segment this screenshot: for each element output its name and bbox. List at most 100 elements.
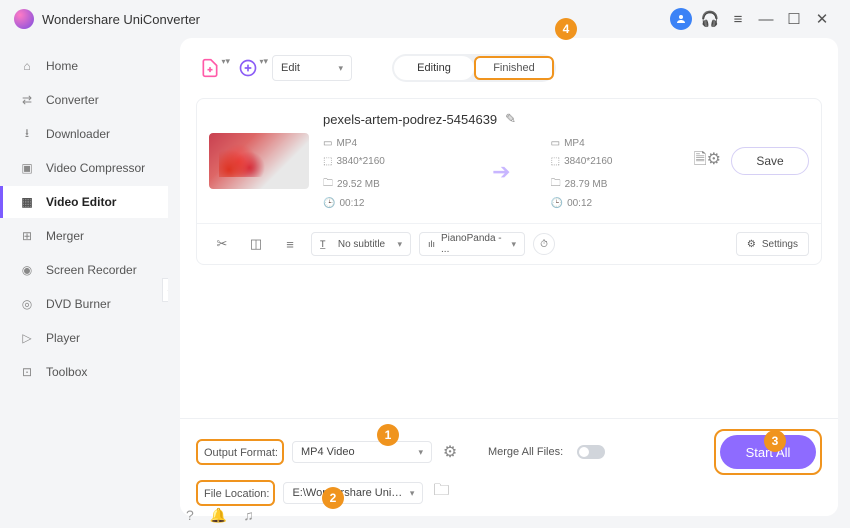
gear-icon: ⚙ <box>747 239 756 250</box>
callout-badge-1: 1 <box>377 424 399 446</box>
caret-down-icon: ▾ <box>221 56 230 67</box>
caret-down-icon <box>511 239 516 250</box>
editor-icon: ▦ <box>18 195 36 209</box>
sidebar-item-home[interactable]: ⌂ Home <box>0 50 168 82</box>
edit-dropdown[interactable]: Edit <box>272 55 352 81</box>
callout-badge-3: 3 <box>764 430 786 452</box>
duration-icon: 🕒 <box>323 198 335 209</box>
callout-badge-2: 2 <box>322 487 344 509</box>
size-icon: 🗀 <box>551 176 561 193</box>
dvd-icon: ◎ <box>18 297 36 311</box>
compressor-icon: ▣ <box>18 161 36 175</box>
add-file-button[interactable]: ▾ <box>196 54 224 82</box>
more-icon[interactable]: ≡ <box>277 233 303 255</box>
caret-down-icon <box>410 487 415 499</box>
arrow-right-icon: ➔ <box>492 159 510 185</box>
add-media-button[interactable]: ▾ <box>234 54 262 82</box>
crop-icon[interactable]: ◫ <box>243 233 269 255</box>
sound-icon[interactable]: ♫ <box>243 507 254 524</box>
file-settings-icon[interactable]: 🗎⚙ <box>694 148 721 175</box>
sidebar-item-label: Video Compressor <box>46 161 145 175</box>
save-button[interactable]: Save <box>731 147 809 175</box>
audio-icon: ılı <box>428 239 435 249</box>
size-icon: 🗀 <box>323 176 333 193</box>
audio-dropdown[interactable]: ılıPianoPanda - ... <box>419 232 525 256</box>
sidebar-item-compressor[interactable]: ▣ Video Compressor <box>0 152 168 184</box>
sidebar-item-screen-recorder[interactable]: ◉Screen Recorder <box>0 254 168 286</box>
edit-filename-icon[interactable]: ✎ <box>505 111 516 127</box>
sidebar-item-label: Downloader <box>46 127 110 141</box>
sidebar-item-merger[interactable]: ⊞ Merger <box>0 220 168 252</box>
home-icon: ⌂ <box>18 59 36 73</box>
file-location-label-box: File Location: <box>196 480 275 506</box>
caret-down-icon <box>397 239 402 250</box>
cut-icon[interactable]: ✂ <box>209 233 235 255</box>
sidebar-item-player[interactable]: ▷ Player <box>0 322 168 354</box>
format-icon: ▭ <box>551 138 560 149</box>
status-bar: ? 🔔 ♫ <box>186 507 254 524</box>
file-settings-button[interactable]: ⚙Settings <box>736 232 809 256</box>
sidebar-item-downloader[interactable]: ⭳ Downloader <box>0 118 168 150</box>
sidebar: ⌂ Home ⇄ Converter ⭳ Downloader ▣ Video Comp… <box>0 38 168 528</box>
resolution-icon: ⬚ <box>551 156 560 167</box>
subtitle-dropdown[interactable]: T̲No subtitle <box>311 232 411 256</box>
window-maximize-button[interactable]: ☐ <box>780 5 808 33</box>
callout-badge-4: 4 <box>555 18 577 40</box>
user-avatar-icon[interactable] <box>670 8 692 30</box>
resolution-icon: ⬚ <box>323 156 332 167</box>
merge-label: Merge All Files: <box>488 446 563 458</box>
sidebar-item-converter[interactable]: ⇄ Converter <box>0 84 168 116</box>
converter-icon: ⇄ <box>18 93 36 107</box>
sidebar-item-dvd-burner[interactable]: ◎ DVD Burner <box>0 288 168 320</box>
titlebar: Wondershare UniConverter 🎧 ≡ — ☐ ✕ <box>0 0 850 38</box>
merger-icon: ⊞ <box>18 229 36 243</box>
sidebar-item-label: Video Editor <box>46 195 116 209</box>
sidebar-item-label: Toolbox <box>46 365 87 379</box>
file-card: pexels-artem-podrez-5454639 ✎ ▭MP4 ⬚3840… <box>196 98 822 265</box>
sidebar-item-label: Player <box>46 331 80 345</box>
app-logo-icon <box>14 9 34 29</box>
sidebar-item-toolbox[interactable]: ⊡Toolbox <box>0 356 168 388</box>
output-format-dropdown[interactable]: MP4 Video <box>292 441 432 463</box>
sidebar-item-label: Home <box>46 59 78 73</box>
notify-icon[interactable]: 🔔 <box>210 507 227 524</box>
sidebar-item-label: DVD Burner <box>46 297 111 311</box>
subtitle-icon: T̲ <box>320 239 326 249</box>
caret-down-icon <box>418 446 423 458</box>
help-icon[interactable]: ? <box>186 507 194 524</box>
caret-down-icon: ▾ <box>259 56 268 67</box>
window-minimize-button[interactable]: — <box>752 5 780 33</box>
player-icon: ▷ <box>18 331 36 345</box>
sidebar-item-label: Screen Recorder <box>46 263 137 277</box>
status-tabs: Editing Finished <box>392 54 556 82</box>
file-name-row: pexels-artem-podrez-5454639 ✎ <box>323 111 680 127</box>
output-format-label: Output Format: <box>204 447 278 459</box>
headset-icon[interactable]: 🎧 <box>696 5 724 33</box>
window-close-button[interactable]: ✕ <box>808 5 836 33</box>
file-location-label: File Location: <box>204 488 269 500</box>
output-format-label-box: Output Format: <box>196 439 284 465</box>
sidebar-item-label: Converter <box>46 93 99 107</box>
output-settings-icon[interactable]: ⚙ <box>440 442 460 462</box>
sidebar-item-label: Merger <box>46 229 84 243</box>
source-meta: ▭MP4 ⬚3840*2160 🗀29.52 MB 🕒00:12 <box>323 133 452 211</box>
downloader-icon: ⭳ <box>18 124 36 145</box>
tab-finished[interactable]: Finished <box>474 56 554 80</box>
menu-icon[interactable]: ≡ <box>724 5 752 33</box>
video-thumbnail[interactable] <box>209 133 309 189</box>
file-name: pexels-artem-podrez-5454639 <box>323 112 497 127</box>
main-panel: ▾ ▾ Edit Editing Finished pexels-artem-p… <box>168 38 850 528</box>
tab-editing[interactable]: Editing <box>394 56 474 80</box>
sidebar-item-video-editor[interactable]: ▦ Video Editor <box>0 186 168 218</box>
bottom-bar: Output Format: MP4 Video ⚙ Merge All Fil… <box>180 418 838 516</box>
file-location-dropdown[interactable]: E:\Wondershare UniConverter <box>283 482 423 504</box>
toolbar: ▾ ▾ Edit Editing Finished <box>180 38 838 98</box>
edit-dropdown-label: Edit <box>281 62 300 74</box>
browse-folder-icon[interactable]: 🗀 <box>431 479 451 506</box>
merge-toggle[interactable] <box>577 445 605 459</box>
duration-icon: 🕒 <box>551 198 563 209</box>
app-title: Wondershare UniConverter <box>42 12 200 27</box>
target-meta: ▭MP4 ⬚3840*2160 🗀28.79 MB 🕒00:12 <box>551 133 680 211</box>
speed-icon[interactable]: ⏱ <box>533 233 555 255</box>
caret-down-icon <box>338 62 343 74</box>
